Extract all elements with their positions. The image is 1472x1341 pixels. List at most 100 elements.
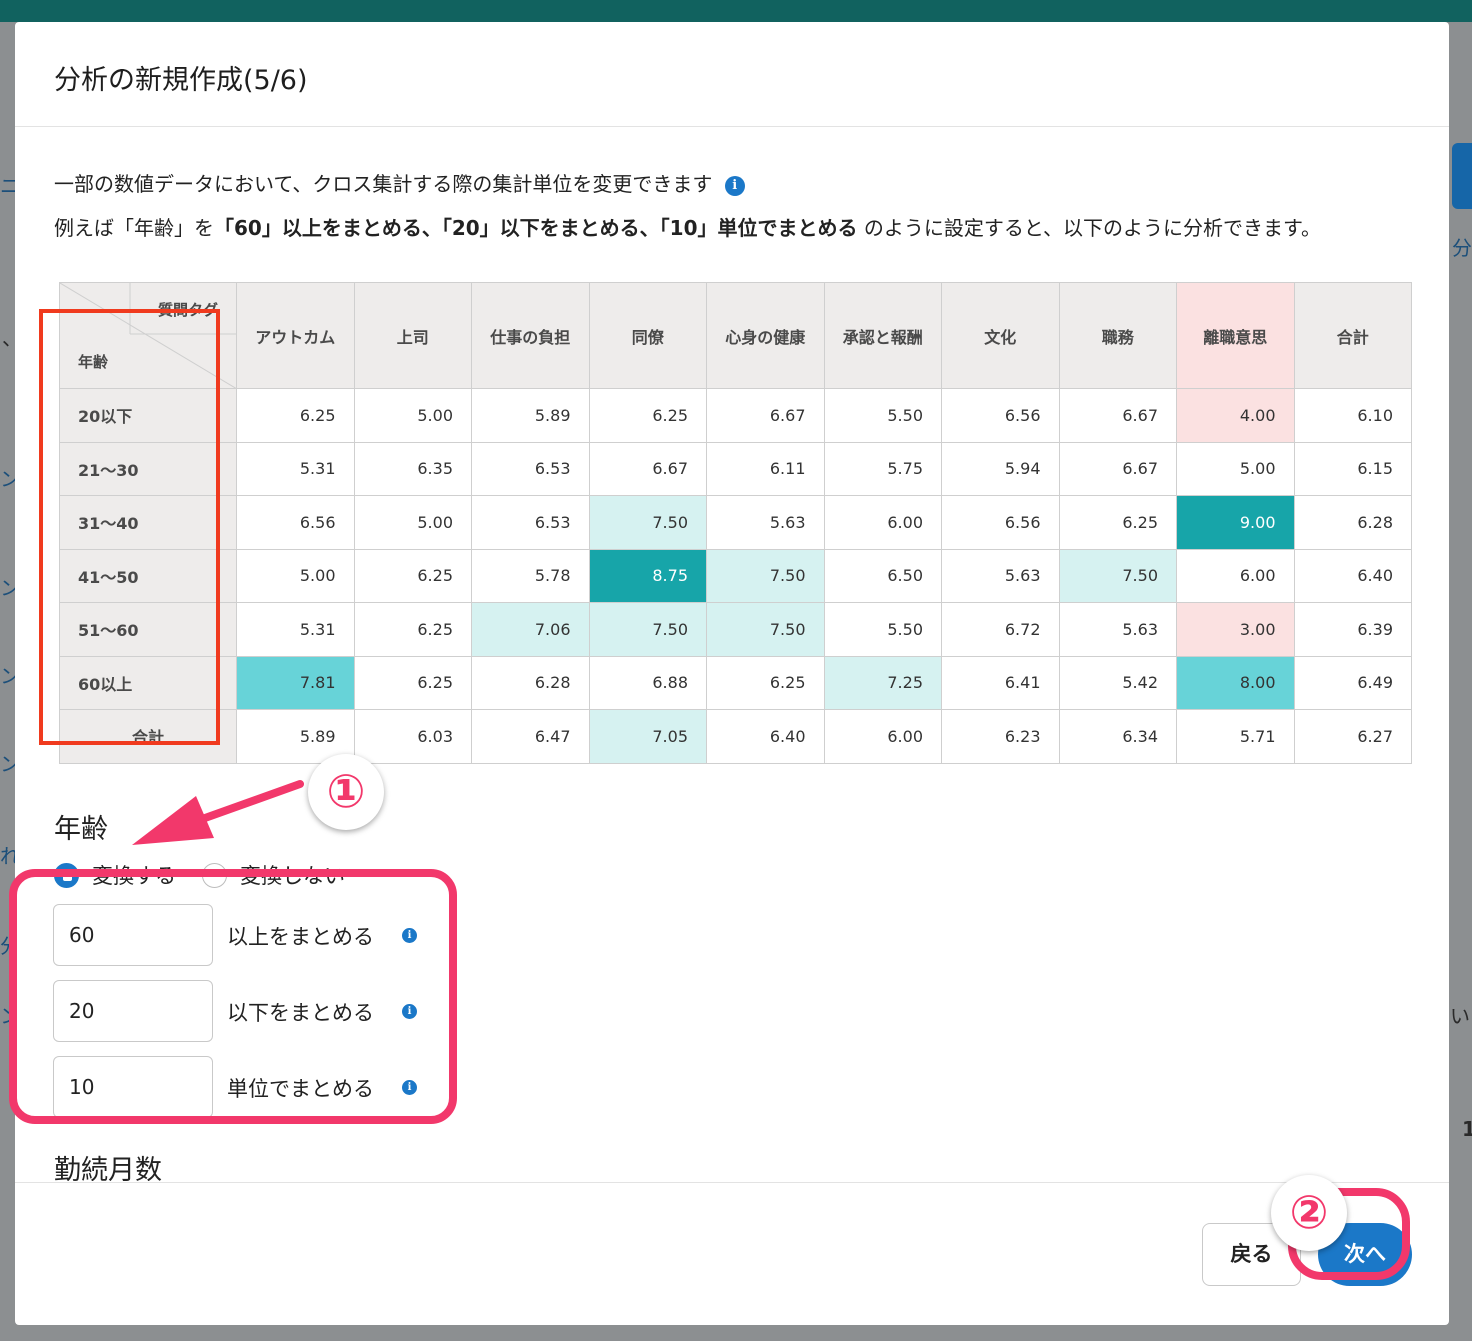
sample-cross-table: 質問タグ 年齢 アウトカム 上司 仕事の負担 同僚 心身の健康 承認と報酬 文化 職務 離職意思… — [59, 282, 1412, 764]
table-cell: 5.50 — [823, 602, 942, 657]
table-cell: 6.10 — [1293, 388, 1412, 443]
table-cell: 4.00 — [1176, 388, 1295, 443]
description-bold-text: 「60」以上をまとめる、「20」以下をまとめる、「10」単位でまとめる — [214, 216, 858, 240]
table-cell: 6.88 — [588, 655, 707, 710]
table-cell: 8.75 — [588, 548, 707, 603]
table-cell: 5.78 — [471, 548, 590, 603]
table-cell: 5.63 — [706, 495, 825, 550]
table-cell: 5.00 — [1176, 441, 1295, 496]
column-header: 心身の健康 — [706, 282, 825, 389]
section-title-age: 年齢 — [54, 814, 108, 845]
table-cell: 6.25 — [588, 388, 707, 443]
table-cell: 6.28 — [471, 655, 590, 710]
analysis-create-modal: 分析の新規作成(5/6) 一部の数値データにおいて、クロス集計する際の集計単位を… — [15, 22, 1449, 1325]
table-cell: 6.03 — [353, 709, 472, 764]
table-cell: 7.81 — [236, 655, 355, 710]
column-header: 上司 — [353, 282, 472, 389]
background-button — [1452, 143, 1472, 209]
table-cell: 5.50 — [823, 388, 942, 443]
table-cell: 6.27 — [1293, 709, 1412, 764]
table-cell: 6.50 — [823, 548, 942, 603]
table-cell: 6.35 — [353, 441, 472, 496]
table-cell: 6.23 — [941, 709, 1060, 764]
table-cell: 6.25 — [1058, 495, 1177, 550]
table-cell: 6.25 — [353, 602, 472, 657]
table-row: 合計 5.89 6.03 6.47 7.05 6.40 6.00 6.23 6.34 5.71 6.… — [59, 709, 1412, 764]
row-header-highlight-box — [39, 309, 220, 745]
column-header: 仕事の負担 — [471, 282, 590, 389]
column-header: 職務 — [1058, 282, 1177, 389]
table-cell: 6.25 — [353, 655, 472, 710]
app-header-bar — [0, 0, 1472, 22]
table-row: 41〜50 5.00 6.25 5.78 8.75 7.50 6.50 5.63 7.50 6.0… — [59, 548, 1412, 603]
table-cell: 6.67 — [1058, 388, 1177, 443]
table-cell: 6.53 — [471, 441, 590, 496]
modal-title: 分析の新規作成(5/6) — [54, 65, 308, 96]
table-cell: 6.67 — [1058, 441, 1177, 496]
table-row: 31〜40 6.56 5.00 6.53 7.50 5.63 6.00 6.56 6.25 9.0… — [59, 495, 1412, 550]
step-badge-2: ② — [1271, 1175, 1347, 1251]
table-cell: 7.50 — [706, 602, 825, 657]
table-cell: 6.49 — [1293, 655, 1412, 710]
table-cell: 5.00 — [353, 495, 472, 550]
table-cell: 7.06 — [471, 602, 590, 657]
table-cell: 6.67 — [706, 388, 825, 443]
description-text: のように設定すると、以下のように分析できます。 — [863, 216, 1322, 240]
table-cell: 6.72 — [941, 602, 1060, 657]
table-cell: 5.00 — [353, 388, 472, 443]
table-cell: 3.00 — [1176, 602, 1295, 657]
description-line-1: 一部の数値データにおいて、クロス集計する際の集計単位を変更できます i — [54, 168, 745, 197]
table-cell: 6.40 — [1293, 548, 1412, 603]
background-text: 1 — [1462, 1117, 1472, 1141]
table-cell: 6.56 — [941, 388, 1060, 443]
table-cell: 8.00 — [1176, 655, 1295, 710]
table-cell: 6.47 — [471, 709, 590, 764]
table-cell: 5.75 — [823, 441, 942, 496]
table-cell: 6.34 — [1058, 709, 1177, 764]
table-cell: 6.41 — [941, 655, 1060, 710]
table-cell: 6.11 — [706, 441, 825, 496]
table-cell: 7.50 — [706, 548, 825, 603]
description-text: 一部の数値データにおいて、クロス集計する際の集計単位を変更できます — [54, 172, 713, 196]
table-cell: 6.28 — [1293, 495, 1412, 550]
table-cell: 5.00 — [236, 548, 355, 603]
table-cell: 5.71 — [1176, 709, 1295, 764]
table-cell: 7.50 — [588, 602, 707, 657]
table-cell: 7.25 — [823, 655, 942, 710]
description-line-2: 例えば「年齢」を「60」以上をまとめる、「20」以下をまとめる、「10」単位でま… — [54, 212, 1414, 244]
table-cell: 6.25 — [236, 388, 355, 443]
table-cell: 5.63 — [1058, 602, 1177, 657]
table-cell: 6.56 — [236, 495, 355, 550]
table-cell: 6.56 — [941, 495, 1060, 550]
table-row: 60以上 7.81 6.25 6.28 6.88 6.25 7.25 6.41 5.42 8.00… — [59, 655, 1412, 710]
table-cell: 5.42 — [1058, 655, 1177, 710]
table-cell: 7.05 — [588, 709, 707, 764]
table-cell: 5.63 — [941, 548, 1060, 603]
column-header: 文化 — [941, 282, 1060, 389]
table-cell: 6.53 — [471, 495, 590, 550]
table-cell: 6.25 — [706, 655, 825, 710]
table-row: 21〜30 5.31 6.35 6.53 6.67 6.11 5.75 5.94 6.67 5.0… — [59, 441, 1412, 496]
info-icon[interactable]: i — [724, 176, 745, 196]
modal-header: 分析の新規作成(5/6) — [15, 22, 1449, 127]
column-header: 承認と報酬 — [823, 282, 942, 389]
table-cell: 5.31 — [236, 602, 355, 657]
table-cell: 6.40 — [706, 709, 825, 764]
step-badge-1: ① — [308, 754, 384, 830]
column-header: アウトカム — [236, 282, 355, 389]
table-cell: 7.50 — [588, 495, 707, 550]
background-link: 分 — [1452, 236, 1472, 260]
table-cell: 6.00 — [1176, 548, 1295, 603]
column-header: 同僚 — [588, 282, 707, 389]
table-cell: 6.25 — [353, 548, 472, 603]
table-cell: 6.39 — [1293, 602, 1412, 657]
background-text: い — [1450, 1004, 1470, 1028]
table-cell: 6.67 — [588, 441, 707, 496]
table-cell: 5.94 — [941, 441, 1060, 496]
table-cell: 5.89 — [471, 388, 590, 443]
input-highlight-box — [9, 869, 457, 1124]
table-cell: 5.31 — [236, 441, 355, 496]
table-row: 51〜60 5.31 6.25 7.06 7.50 7.50 5.50 6.72 5.63 3.0… — [59, 602, 1412, 657]
table-cell: 7.50 — [1058, 548, 1177, 603]
column-header: 合計 — [1293, 282, 1412, 389]
